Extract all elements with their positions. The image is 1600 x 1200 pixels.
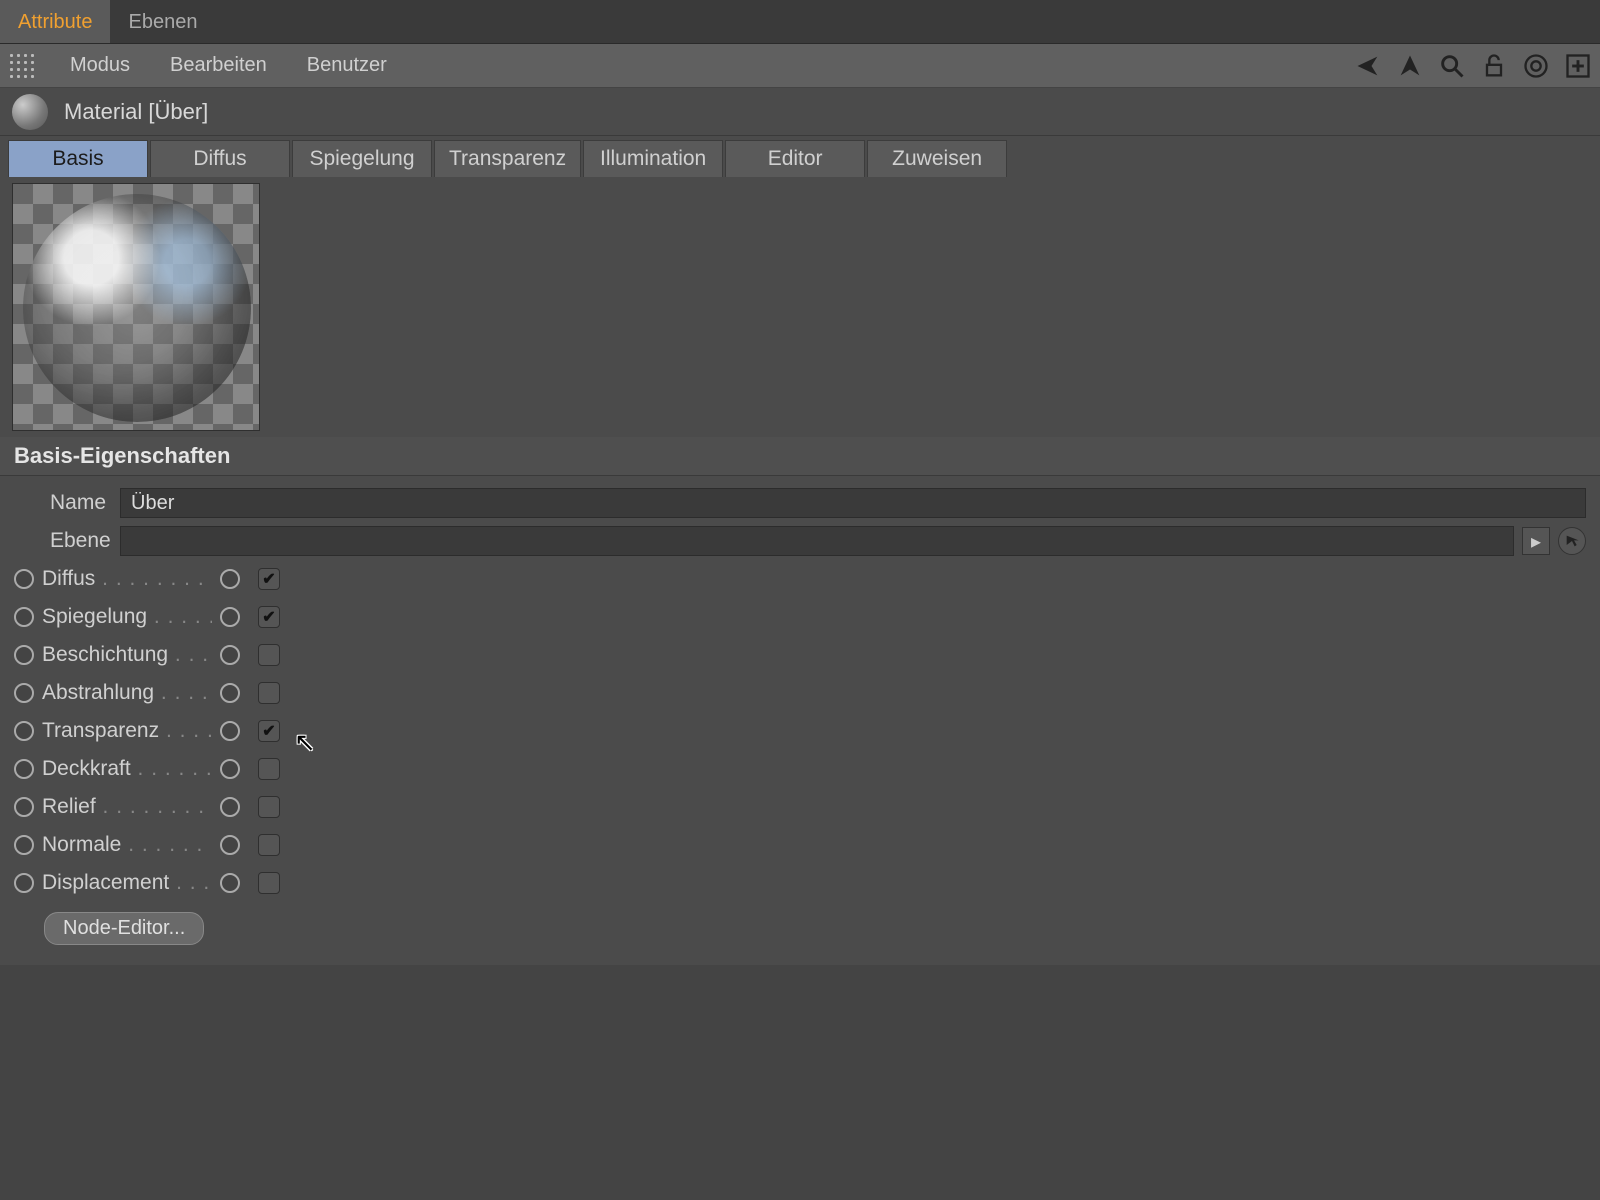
- tab-ebenen[interactable]: Ebenen: [110, 0, 215, 43]
- checkbox-deckkraft[interactable]: [258, 758, 280, 780]
- checkbox-displacement[interactable]: [258, 872, 280, 894]
- row-relief: Relief: [14, 788, 1586, 826]
- checkbox-relief[interactable]: [258, 796, 280, 818]
- anim-toggle-diffus[interactable]: [14, 569, 34, 589]
- row-name: Name: [14, 484, 1586, 522]
- ctab-transparenz[interactable]: Transparenz: [434, 140, 581, 177]
- anim-toggle-relief[interactable]: [14, 797, 34, 817]
- row-abstrahlung: Abstrahlung: [14, 674, 1586, 712]
- row-spiegelung: Spiegelung: [14, 598, 1586, 636]
- checkbox-transparenz[interactable]: [258, 720, 280, 742]
- label-relief: Relief: [42, 795, 212, 819]
- section-head: Basis-Eigenschaften: [0, 437, 1600, 476]
- row-diffus: Diffus: [14, 560, 1586, 598]
- label-ebene: Ebene: [50, 529, 112, 553]
- label-displacement: Displacement: [42, 871, 212, 895]
- ctab-basis[interactable]: Basis: [8, 140, 148, 177]
- checkbox-beschichtung[interactable]: [258, 644, 280, 666]
- anim-toggle-spiegelung[interactable]: [14, 607, 34, 627]
- key-toggle-spiegelung[interactable]: [220, 607, 240, 627]
- ctab-spiegelung[interactable]: Spiegelung: [292, 140, 432, 177]
- anim-toggle-beschichtung[interactable]: [14, 645, 34, 665]
- menu-bearbeiten[interactable]: Bearbeiten: [150, 54, 287, 77]
- material-sphere-icon[interactable]: [12, 94, 48, 130]
- label-deckkraft: Deckkraft: [42, 757, 212, 781]
- checkbox-diffus[interactable]: [258, 568, 280, 590]
- row-ebene: Ebene ▸: [14, 522, 1586, 560]
- menu-modus[interactable]: Modus: [50, 54, 150, 77]
- label-beschichtung: Beschichtung: [42, 643, 212, 667]
- ebene-pick-icon[interactable]: [1558, 527, 1586, 555]
- panel-tabs: Attribute Ebenen: [0, 0, 1600, 44]
- search-icon[interactable]: [1438, 52, 1466, 80]
- key-toggle-relief[interactable]: [220, 797, 240, 817]
- channel-tabs: Basis Diffus Spiegelung Transparenz Illu…: [0, 136, 1600, 177]
- checkbox-normale[interactable]: [258, 834, 280, 856]
- row-beschichtung: Beschichtung: [14, 636, 1586, 674]
- key-toggle-transparenz[interactable]: [220, 721, 240, 741]
- key-toggle-diffus[interactable]: [220, 569, 240, 589]
- row-transparenz: Transparenz: [14, 712, 1586, 750]
- anim-toggle-normale[interactable]: [14, 835, 34, 855]
- add-panel-icon[interactable]: [1564, 52, 1592, 80]
- node-editor-button[interactable]: Node-Editor...: [44, 912, 204, 945]
- input-name[interactable]: [120, 488, 1586, 518]
- ctab-editor[interactable]: Editor: [725, 140, 865, 177]
- ctab-diffus[interactable]: Diffus: [150, 140, 290, 177]
- key-toggle-normale[interactable]: [220, 835, 240, 855]
- label-name: Name: [50, 491, 112, 515]
- nav-back-icon[interactable]: [1354, 52, 1382, 80]
- label-abstrahlung: Abstrahlung: [42, 681, 212, 705]
- row-normale: Normale: [14, 826, 1586, 864]
- row-deckkraft: Deckkraft: [14, 750, 1586, 788]
- checkbox-abstrahlung[interactable]: [258, 682, 280, 704]
- target-icon[interactable]: [1522, 52, 1550, 80]
- label-transparenz: Transparenz: [42, 719, 212, 743]
- nav-up-icon[interactable]: [1396, 52, 1424, 80]
- tab-attribute[interactable]: Attribute: [0, 0, 110, 43]
- checkbox-spiegelung[interactable]: [258, 606, 280, 628]
- menu-bar: Modus Bearbeiten Benutzer: [0, 44, 1600, 88]
- material-identity: Material [Über]: [0, 88, 1600, 136]
- label-normale: Normale: [42, 833, 212, 857]
- basis-props: Name Ebene ▸ Diffus Spiegelung Beschichtun…: [0, 476, 1600, 965]
- preview-area: [0, 177, 1600, 437]
- anim-toggle-deckkraft[interactable]: [14, 759, 34, 779]
- menu-benutzer[interactable]: Benutzer: [287, 54, 407, 77]
- material-preview[interactable]: [12, 183, 260, 431]
- key-toggle-displacement[interactable]: [220, 873, 240, 893]
- label-spiegelung: Spiegelung: [42, 605, 212, 629]
- anim-toggle-abstrahlung[interactable]: [14, 683, 34, 703]
- anim-toggle-displacement[interactable]: [14, 873, 34, 893]
- lock-icon[interactable]: [1480, 52, 1508, 80]
- label-diffus: Diffus: [42, 567, 212, 591]
- ctab-illumination[interactable]: Illumination: [583, 140, 723, 177]
- preview-sphere: [23, 194, 251, 422]
- key-toggle-beschichtung[interactable]: [220, 645, 240, 665]
- key-toggle-deckkraft[interactable]: [220, 759, 240, 779]
- grid-icon[interactable]: [8, 52, 36, 80]
- key-toggle-abstrahlung[interactable]: [220, 683, 240, 703]
- input-ebene[interactable]: [120, 526, 1514, 556]
- ebene-expand-icon[interactable]: ▸: [1522, 527, 1550, 555]
- material-title: Material [Über]: [64, 99, 208, 125]
- row-displacement: Displacement: [14, 864, 1586, 902]
- anim-toggle-transparenz[interactable]: [14, 721, 34, 741]
- ctab-zuweisen[interactable]: Zuweisen: [867, 140, 1007, 177]
